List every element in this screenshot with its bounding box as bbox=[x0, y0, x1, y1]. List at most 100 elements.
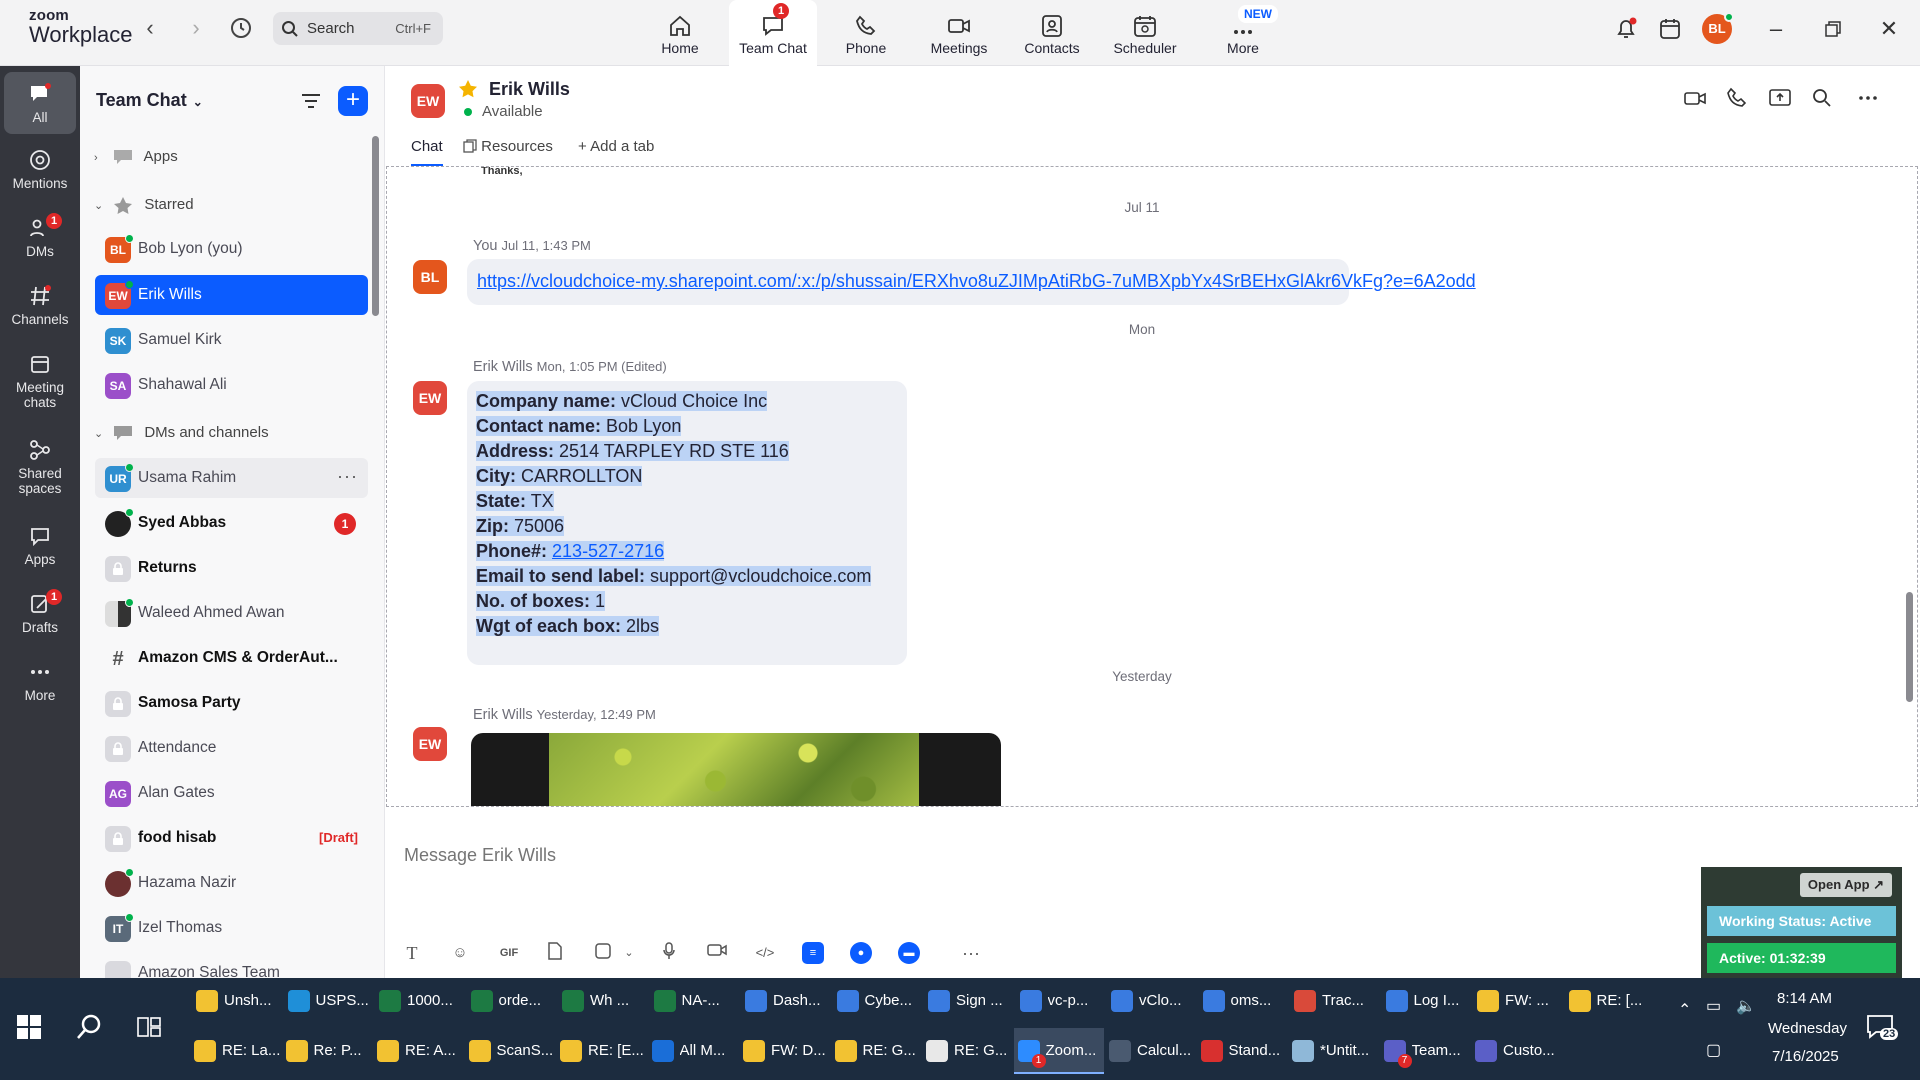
contact-name[interactable]: Erik Wills bbox=[489, 79, 570, 100]
volume-icon[interactable]: 🔈 bbox=[1736, 996, 1756, 1016]
sidebar-item-shahawal-ali[interactable]: SA Shahawal Ali bbox=[95, 365, 368, 405]
sidebar-item-attendance[interactable]: Attendance bbox=[95, 728, 368, 768]
taskbar-item[interactable]: Wh ... bbox=[558, 978, 648, 1024]
windows-start-icon[interactable] bbox=[16, 1014, 42, 1040]
sidebar-item-syed-abbas[interactable]: Syed Abbas 1 bbox=[95, 503, 368, 543]
text-format-icon[interactable]: T bbox=[401, 942, 423, 964]
taskbar-item[interactable]: vClo... bbox=[1107, 978, 1197, 1024]
section-dms-and-channels[interactable]: ⌄ DMs and channels bbox=[94, 424, 269, 454]
forward-arrow-icon[interactable]: › bbox=[184, 16, 208, 40]
more-options-icon[interactable]: ··· bbox=[337, 466, 358, 487]
sharepoint-link[interactable]: https://vcloudchoice-my.sharepoint.com/:… bbox=[477, 271, 1476, 292]
rail-item-meeting-chats[interactable]: Meeting chats bbox=[4, 352, 76, 410]
new-chat-button[interactable]: + bbox=[338, 86, 368, 116]
taskbar-item[interactable]: RE: [E... bbox=[556, 1028, 646, 1074]
gif-icon[interactable]: GIF bbox=[496, 942, 522, 964]
tab-add-a-tab[interactable]: + Add a tab bbox=[578, 138, 654, 166]
taskbar-item[interactable]: RE: A... bbox=[373, 1028, 463, 1074]
sidebar-title[interactable]: Team Chat ⌄ bbox=[96, 90, 203, 111]
image-attachment[interactable] bbox=[471, 733, 1001, 806]
tab-resources[interactable]: Resources bbox=[463, 138, 553, 166]
sidebar-item-amazon-sales-team[interactable]: Amazon Sales Team bbox=[95, 953, 368, 978]
nav-meetings[interactable]: Meetings bbox=[915, 0, 1003, 66]
phone-link[interactable]: 213-527-2716 bbox=[552, 541, 664, 561]
open-app-button[interactable]: Open App ↗ bbox=[1800, 873, 1892, 897]
taskbar-item[interactable]: Dash... bbox=[741, 978, 831, 1024]
taskbar-item[interactable]: Trac... bbox=[1290, 978, 1380, 1024]
taskbar-item[interactable]: vc-p... bbox=[1016, 978, 1106, 1024]
taskbar-item[interactable]: USPS... bbox=[284, 978, 374, 1024]
nav-scheduler[interactable]: Scheduler bbox=[1101, 0, 1189, 66]
taskbar-item[interactable]: ScanS... bbox=[465, 1028, 555, 1074]
rail-item-shared-spaces[interactable]: Shared spaces bbox=[4, 438, 76, 496]
sidebar-item-amazon-cms[interactable]: # Amazon CMS & OrderAut... bbox=[95, 638, 368, 678]
taskbar-item[interactable]: Zoom... 1 bbox=[1013, 1028, 1104, 1074]
taskbar-item[interactable]: All M... bbox=[648, 1028, 738, 1074]
sender-avatar[interactable]: BL bbox=[413, 260, 447, 294]
battery-icon[interactable]: ▭ bbox=[1706, 996, 1721, 1016]
sidebar-item-waleed-ahmed-awan[interactable]: Waleed Ahmed Awan bbox=[95, 593, 368, 633]
taskbar-item[interactable]: Calcul... bbox=[1105, 1028, 1195, 1074]
sidebar-item-food-hisab[interactable]: food hisab [Draft] bbox=[95, 818, 368, 858]
section-starred[interactable]: ⌄ Starred bbox=[94, 196, 194, 226]
taskbar-item[interactable]: NA-... bbox=[650, 978, 740, 1024]
sender-avatar[interactable]: EW bbox=[413, 381, 447, 415]
taskbar-item[interactable]: oms... bbox=[1199, 978, 1289, 1024]
filter-icon[interactable] bbox=[300, 90, 322, 112]
close-button[interactable]: ✕ bbox=[1874, 14, 1904, 44]
sender-avatar[interactable]: EW bbox=[413, 727, 447, 761]
taskbar-item[interactable]: 1000... bbox=[375, 978, 465, 1024]
clock-time[interactable]: 8:14 AM bbox=[1777, 990, 1832, 1007]
app-icon-3[interactable]: ▬ bbox=[898, 942, 920, 964]
app-icon-2[interactable]: ● bbox=[850, 942, 872, 964]
minimize-button[interactable]: – bbox=[1761, 14, 1791, 44]
user-avatar[interactable]: BL bbox=[1702, 12, 1734, 44]
sidebar-item-samosa-party[interactable]: Samosa Party bbox=[95, 683, 368, 723]
microphone-icon[interactable] bbox=[658, 942, 680, 964]
taskbar-item[interactable]: orde... bbox=[467, 978, 557, 1024]
taskbar-item[interactable]: Re: P... bbox=[282, 1028, 372, 1074]
message-bubble[interactable]: Company name: vCloud Choice Inc Contact … bbox=[467, 381, 907, 665]
rail-item-apps[interactable]: Apps bbox=[4, 524, 76, 567]
rail-item-mentions[interactable]: Mentions bbox=[4, 148, 76, 191]
sidebar-item-izel-thomas[interactable]: IT Izel Thomas bbox=[95, 908, 368, 948]
video-message-icon[interactable] bbox=[706, 942, 728, 964]
video-call-icon[interactable] bbox=[1682, 85, 1708, 111]
sidebar-item-returns[interactable]: Returns bbox=[95, 548, 368, 588]
share-screen-icon[interactable] bbox=[1767, 85, 1793, 111]
contact-avatar[interactable]: EW bbox=[411, 84, 445, 118]
code-snippet-icon[interactable]: </> bbox=[754, 942, 776, 964]
taskbar-item[interactable]: *Untit... bbox=[1288, 1028, 1378, 1074]
emoji-icon[interactable]: ☺ bbox=[449, 942, 471, 964]
calendar-icon[interactable] bbox=[1657, 16, 1683, 42]
clock-day[interactable]: Wednesday bbox=[1768, 1020, 1847, 1037]
sidebar-item-usama-rahim[interactable]: UR Usama Rahim ··· bbox=[95, 458, 368, 498]
network-icon[interactable]: ▢ bbox=[1706, 1040, 1721, 1060]
file-icon[interactable] bbox=[544, 942, 566, 964]
more-options-icon[interactable] bbox=[1855, 85, 1881, 111]
screenshot-icon[interactable] bbox=[592, 942, 614, 964]
nav-home[interactable]: Home bbox=[636, 0, 724, 66]
taskbar-item[interactable]: Log I... bbox=[1382, 978, 1472, 1024]
taskbar-item[interactable]: Team... 7 bbox=[1380, 1028, 1470, 1074]
message-bubble[interactable]: https://vcloudchoice-my.sharepoint.com/:… bbox=[467, 259, 1476, 305]
working-status-bar[interactable]: Working Status: Active bbox=[1707, 906, 1896, 936]
rail-item-all[interactable]: All bbox=[4, 72, 76, 134]
rail-item-dms[interactable]: 1 DMs bbox=[4, 213, 76, 259]
section-apps[interactable]: › Apps bbox=[94, 148, 178, 178]
chevron-down-icon[interactable]: ⌄ bbox=[618, 942, 640, 964]
message-list[interactable]: Thanks, Jul 11 You Jul 11, 1:43 PM BL ht… bbox=[386, 166, 1918, 807]
sidebar-item-hazama-nazir[interactable]: Hazama Nazir bbox=[95, 863, 368, 903]
taskbar-item[interactable]: FW: ... bbox=[1473, 978, 1563, 1024]
nav-team-chat[interactable]: 1 Team Chat bbox=[729, 0, 817, 66]
clock-date[interactable]: 7/16/2025 bbox=[1772, 1048, 1839, 1065]
taskbar-item[interactable]: RE: G... bbox=[922, 1028, 1012, 1074]
taskbar-item[interactable]: FW: D... bbox=[739, 1028, 829, 1074]
taskbar-item[interactable]: RE: G... bbox=[831, 1028, 921, 1074]
app-icon-1[interactable]: ≡ bbox=[802, 942, 824, 964]
rail-item-more[interactable]: More bbox=[4, 660, 76, 703]
taskbar-item[interactable]: Sign ... bbox=[924, 978, 1014, 1024]
chevron-up-icon[interactable]: ⌃ bbox=[1678, 1000, 1691, 1020]
search-input[interactable]: Search Ctrl+F bbox=[273, 12, 443, 45]
sidebar-item-alan-gates[interactable]: AG Alan Gates bbox=[95, 773, 368, 813]
